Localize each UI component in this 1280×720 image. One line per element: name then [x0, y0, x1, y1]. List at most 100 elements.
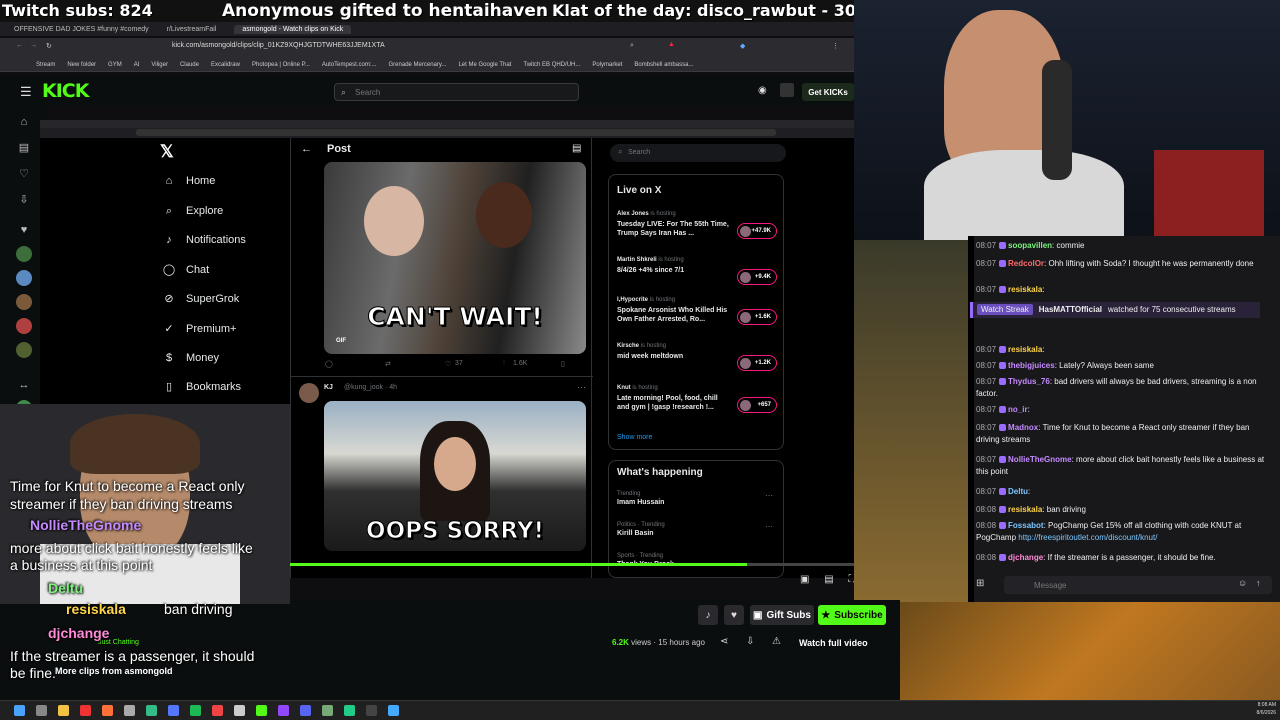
reader-icon[interactable]: ▤: [572, 143, 581, 154]
bookmark[interactable]: Let Me Google That: [458, 62, 511, 68]
more-icon[interactable]: ⋯: [765, 491, 773, 500]
nav-money[interactable]: $ Money: [162, 351, 219, 365]
extension-icon[interactable]: ▲: [668, 41, 675, 48]
nav-home[interactable]: ⌂ Home: [162, 174, 216, 188]
chat-username[interactable]: Fossabot: [1008, 521, 1044, 530]
bookmark[interactable]: Excalidraw: [211, 62, 240, 68]
address-input[interactable]: kick.com/asmongold/clips/clip_01KZ9XQHJG…: [160, 42, 640, 54]
chat-username[interactable]: HasMATTOfficial: [1039, 305, 1102, 314]
twitch-icon[interactable]: [278, 705, 289, 716]
gift-subs-button[interactable]: ▣ Gift Subs: [750, 605, 814, 625]
home-icon[interactable]: ⌂: [17, 115, 31, 129]
app-icon[interactable]: [36, 705, 47, 716]
expand-icon[interactable]: ↔: [17, 378, 31, 392]
chat-username[interactable]: NollieTheGnome: [1008, 455, 1072, 464]
download-icon[interactable]: ⇩: [746, 636, 754, 647]
like-icon[interactable]: ♡: [445, 360, 451, 368]
gif-oops-sorry[interactable]: OOPS SORRY!: [324, 401, 586, 551]
start-icon[interactable]: [14, 705, 25, 716]
menu-icon[interactable]: ⋮: [832, 42, 839, 50]
gif-cant-wait[interactable]: CAN'T WAIT! GIF: [324, 162, 586, 354]
live-item[interactable]: Kirsche is hosting mid week meltdown +1.…: [617, 343, 785, 371]
nav-explore[interactable]: ⌕ Explore: [162, 204, 223, 218]
get-kicks-button[interactable]: Get KICKs: [802, 83, 854, 101]
chat-input[interactable]: Message: [1004, 576, 1272, 594]
firefox-icon[interactable]: [102, 705, 113, 716]
chat-username[interactable]: Deltu: [1008, 487, 1028, 496]
chat-username[interactable]: resiskala: [1008, 505, 1042, 514]
chat-username[interactable]: RedcolOr: [1008, 259, 1044, 268]
follow-heart-button[interactable]: ♥: [724, 605, 744, 625]
avatar[interactable]: [299, 383, 319, 403]
app-icon[interactable]: [80, 705, 91, 716]
avatar[interactable]: [16, 318, 32, 334]
bookmark[interactable]: Twitch EB QHD/UH...: [523, 62, 580, 68]
notification-icon[interactable]: ◉: [758, 85, 767, 96]
send-icon[interactable]: ↑: [1256, 578, 1261, 588]
bookmark[interactable]: New folder: [67, 62, 96, 68]
discord-icon[interactable]: [300, 705, 311, 716]
chat-username[interactable]: Madnox: [1008, 423, 1038, 432]
app-icon[interactable]: [388, 705, 399, 716]
heart-icon[interactable]: ♥: [17, 223, 31, 237]
app-icon[interactable]: [322, 705, 333, 716]
bookmark[interactable]: AI: [134, 62, 140, 68]
tweet-author[interactable]: KJ: [324, 384, 333, 391]
theater-icon[interactable]: ▣: [800, 574, 809, 585]
kick-logo[interactable]: KICK: [42, 80, 89, 102]
app-icon[interactable]: [124, 705, 135, 716]
system-clock[interactable]: 8:08 AM 8/6/2026: [1236, 701, 1276, 717]
back-icon[interactable]: ←: [16, 42, 23, 49]
bookmark[interactable]: AutoTempest.com:...: [322, 62, 377, 68]
live-item[interactable]: Martin Shkreli is hosting 8/4/26 +4% sin…: [617, 257, 785, 285]
bookmark[interactable]: Viliger: [151, 62, 168, 68]
nav-notifications[interactable]: ♪ Notifications: [162, 233, 246, 247]
avatar[interactable]: [16, 270, 32, 286]
chat-username[interactable]: thebigjuices: [1008, 361, 1055, 370]
bookmark-icon[interactable]: ▯: [561, 360, 565, 368]
download-icon[interactable]: ⇩: [17, 193, 31, 207]
subtitles-icon[interactable]: ▤: [824, 574, 833, 585]
bookmark[interactable]: GYM: [108, 62, 122, 68]
browse-icon[interactable]: ▤: [17, 141, 31, 155]
kick-icon[interactable]: [256, 705, 267, 716]
bookmark[interactable]: Grenade Mercenary...: [389, 62, 447, 68]
hamburger-menu-icon[interactable]: ☰: [20, 84, 32, 100]
watch-full-video-link[interactable]: Watch full video: [799, 638, 868, 648]
browser-tab-active[interactable]: asmongold - Watch clips on Kick: [234, 24, 352, 34]
zoom-icon[interactable]: ⌕: [630, 42, 634, 50]
chat-username[interactable]: djchange: [1008, 553, 1043, 562]
app-icon[interactable]: [366, 705, 377, 716]
avatar[interactable]: [16, 342, 32, 358]
chat-username[interactable]: Thydus_76: [1008, 377, 1050, 386]
chat-link[interactable]: http://freespiritoutlet.com/discount/knu…: [1018, 533, 1157, 542]
report-icon[interactable]: ⚠: [772, 636, 781, 647]
app-icon[interactable]: [168, 705, 179, 716]
nested-address-bar[interactable]: [136, 129, 776, 136]
spotify-icon[interactable]: [190, 705, 201, 716]
subscribe-button[interactable]: ★ Subscribe: [818, 605, 886, 625]
nav-premium[interactable]: ✓ Premium+: [162, 322, 236, 336]
app-icon[interactable]: [234, 705, 245, 716]
nav-chat[interactable]: ◯ Chat: [162, 263, 209, 277]
explorer-icon[interactable]: [58, 705, 69, 716]
views-icon[interactable]: ⫶: [503, 360, 505, 368]
browser-tab[interactable]: r/LivestreamFail: [167, 26, 217, 33]
reload-icon[interactable]: ↻: [46, 42, 52, 50]
chat-username[interactable]: soopavillen: [1008, 241, 1052, 250]
chat-toggle-icon[interactable]: [780, 83, 794, 97]
nav-supergrok[interactable]: ⊘ SuperGrok: [162, 292, 239, 306]
share-icon[interactable]: ⋖: [720, 636, 728, 647]
chrome-icon[interactable]: [212, 705, 223, 716]
live-item[interactable]: I,Hypocrite is hosting Spokane Arsonist …: [617, 297, 785, 325]
notify-button[interactable]: ♪: [698, 605, 718, 625]
retweet-icon[interactable]: ⇄: [385, 360, 391, 368]
forward-icon[interactable]: →: [30, 42, 37, 49]
chat-username[interactable]: no_ir: [1008, 405, 1028, 414]
chat-username[interactable]: resiskala: [1008, 285, 1042, 294]
following-icon[interactable]: ♡: [17, 167, 31, 181]
app-icon[interactable]: [146, 705, 157, 716]
bookmark[interactable]: Bombshell ambassa...: [634, 62, 693, 68]
kick-search-input[interactable]: ⌕ Search: [334, 83, 579, 101]
bookmark[interactable]: Claude: [180, 62, 199, 68]
